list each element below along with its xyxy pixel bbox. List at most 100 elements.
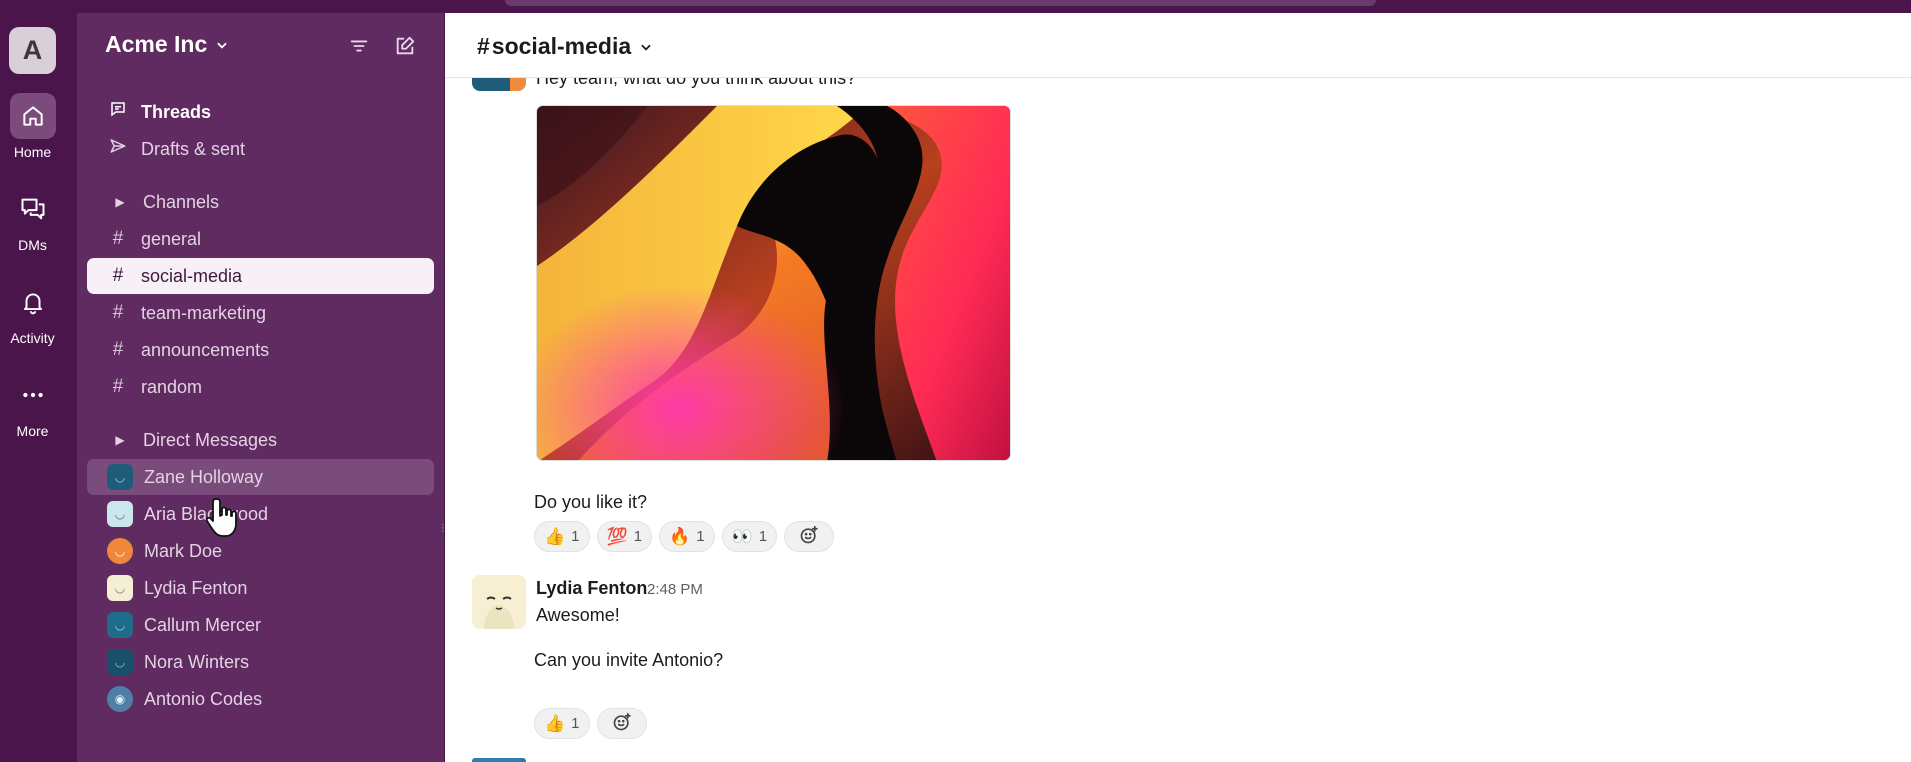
sidebar-item-dm[interactable]: ◡ Zane Holloway [87,459,434,495]
sidebar-item-channel[interactable]: # random [87,369,434,405]
avatar: ◉ [107,686,133,712]
hash-icon: # [112,228,124,249]
avatar[interactable] [472,575,526,629]
next-message-avatar [472,758,526,762]
workspace-switcher[interactable]: Acme Inc [105,31,229,58]
reaction-thumbs-up[interactable]: 👍 1 [534,708,590,739]
chevron-down-icon [639,33,653,60]
dm-label: Callum Mercer [144,614,262,635]
rail-dms-label: DMs [18,237,47,253]
thumbs-up-icon: 👍 [544,526,566,546]
channel-name: social-media [491,33,632,59]
channel-hash: # [477,33,490,59]
hash-icon: # [112,339,124,360]
sidebar-item-dm[interactable]: ◡ Lydia Fenton [87,570,434,606]
dm-header-label: Direct Messages [143,429,278,450]
channel-view: # social-media Hey team, what do you thi… [445,13,1911,762]
channel-title-button[interactable]: # social-media [477,33,653,60]
compose-icon[interactable] [394,35,416,62]
filter-icon[interactable] [348,35,370,62]
sidebar-item-dm[interactable]: ◡ Callum Mercer [87,607,434,643]
sidebar-item-dm[interactable]: ◡ Nora Winters [87,644,434,680]
dm-label: Antonio Codes [144,688,263,709]
sidebar-item-dm[interactable]: ◡ Aria Blackwood [87,496,434,532]
sidebar-item-channel-active[interactable]: # social-media [87,258,434,294]
hundred-icon: 💯 [606,526,628,546]
message-text: Do you like it? [534,492,648,512]
eyes-icon: 👀 [731,526,753,546]
bell-icon [10,279,56,325]
rail-activity[interactable]: Activity [0,279,65,346]
dm-section-header[interactable]: ▶ Direct Messages [87,422,434,458]
top-bar [0,0,1911,13]
rail-home[interactable]: Home [0,93,65,160]
sidebar-item-channel[interactable]: # general [87,221,434,257]
sidebar-item-channel[interactable]: # team-marketing [87,295,434,331]
channel-sidebar: Acme Inc Threads Drafts & sent ▶ Channel… [77,13,444,762]
send-icon [106,137,130,161]
sidebar-item-dm[interactable]: ◉ Antonio Codes [87,681,434,717]
sidebar-item-dm[interactable]: ◡ Mark Doe [87,533,434,569]
drafts-label: Drafts & sent [141,138,246,159]
channel-label: social-media [141,265,243,286]
caret-right-icon: ▶ [115,433,125,447]
thumbs-up-icon: 👍 [544,713,566,733]
reaction-eyes[interactable]: 👀 1 [721,521,778,552]
workspace-avatar[interactable]: A [9,27,56,74]
add-emoji-icon [612,712,632,736]
sidebar-item-threads[interactable]: Threads [87,94,434,130]
home-icon [9,93,56,139]
dm-label: Nora Winters [144,651,250,672]
add-emoji-icon [799,525,819,549]
reaction-bar: 👍 1 [534,708,647,739]
search-bar[interactable] [505,0,1376,6]
rail-home-label: Home [13,144,52,160]
sidebar-item-drafts[interactable]: Drafts & sent [87,131,434,167]
channel-label: general [141,228,202,249]
add-reaction-button[interactable] [596,708,647,739]
avatar: ◡ [107,501,133,527]
workspace-rail: A Home DMs Activity More [0,13,77,762]
channel-header: # social-media [445,13,1911,78]
caret-right-icon: ▶ [115,195,125,209]
reaction-count: 1 [696,528,705,545]
chevron-down-icon [215,31,229,58]
rail-activity-label: Activity [10,330,55,346]
reaction-count: 1 [758,528,768,545]
channel-label: random [141,376,203,397]
channel-label: team-marketing [141,302,267,323]
reaction-bar: 👍 1 💯 1 🔥 1 👀 1 [534,521,835,552]
rail-more[interactable]: More [0,372,65,439]
channels-section-header[interactable]: ▶ Channels [87,184,434,220]
message-author[interactable]: Lydia Fenton [536,578,647,599]
dm-label: Mark Doe [144,540,223,561]
hash-icon: # [112,302,124,323]
rail-dms[interactable]: DMs [0,186,65,253]
dm-label: Lydia Fenton [144,577,248,598]
reaction-count: 1 [633,528,643,545]
message-image-attachment[interactable] [536,105,1011,461]
avatar: ◡ [107,575,133,601]
hand-cursor-icon [205,495,241,543]
dms-icon [10,186,56,232]
message-text: Can you invite Antonio? [534,650,724,670]
workspace-name: Acme Inc [105,31,208,57]
fire-icon: 🔥 [669,526,691,546]
message-timestamp[interactable]: 2:48 PM [647,581,703,598]
dm-label: Zane Holloway [144,466,264,487]
channel-label: announcements [141,339,270,360]
reaction-thumbs-up[interactable]: 👍 1 [534,521,590,552]
avatar: ◡ [107,612,133,638]
reaction-hundred[interactable]: 💯 1 [596,521,653,552]
hash-icon: # [112,376,124,397]
reaction-count: 1 [571,715,580,732]
add-reaction-button[interactable] [784,521,835,552]
avatar: ◡ [107,538,133,564]
more-icon [10,372,56,418]
threads-label: Threads [141,101,212,122]
reaction-fire[interactable]: 🔥 1 [659,521,715,552]
avatar: ◡ [107,464,133,490]
hash-icon: # [112,265,124,286]
sidebar-item-channel[interactable]: # announcements [87,332,434,368]
channels-header-label: Channels [143,191,220,212]
